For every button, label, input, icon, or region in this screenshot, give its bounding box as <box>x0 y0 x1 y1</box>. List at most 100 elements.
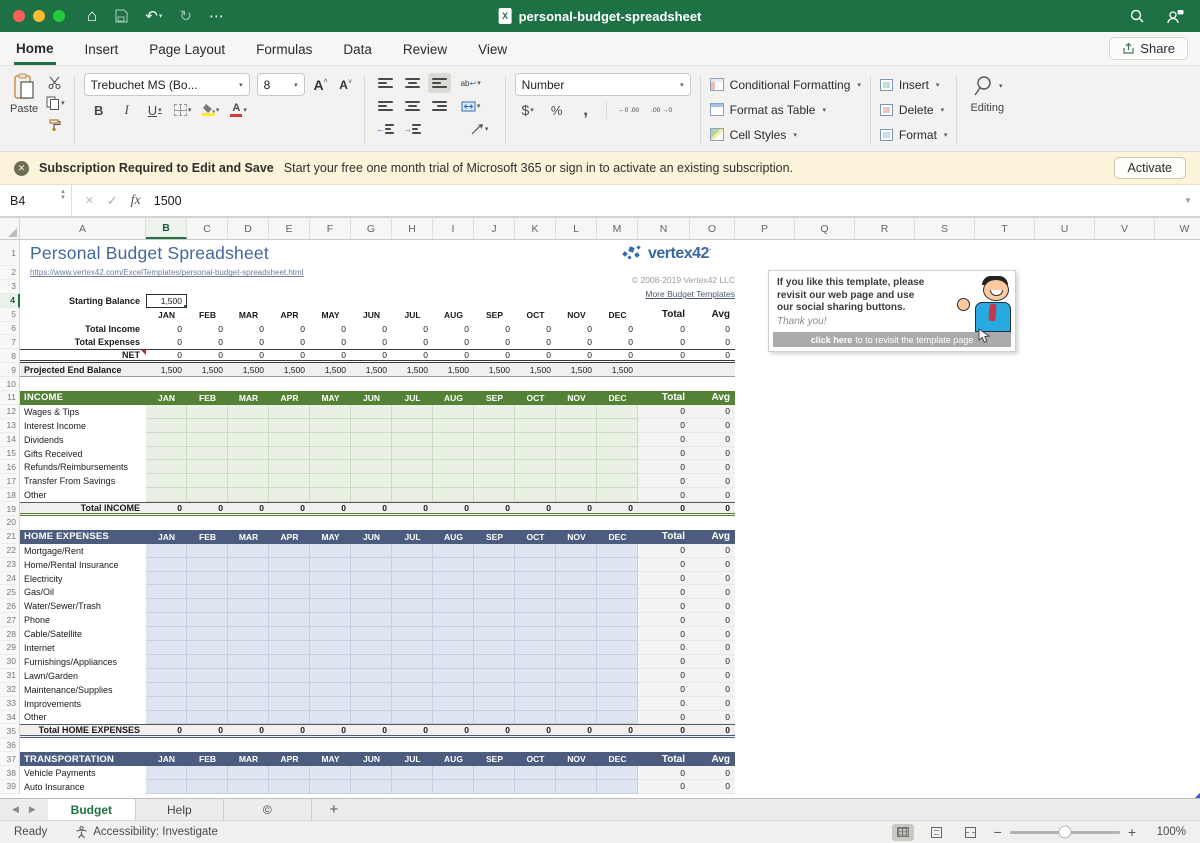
cell[interactable] <box>597 460 638 474</box>
cell[interactable]: 0 <box>690 683 735 697</box>
column-header-S[interactable]: S <box>915 218 975 239</box>
row-label[interactable]: Other <box>20 711 146 725</box>
row-label[interactable]: Total INCOME <box>20 502 146 516</box>
fill-handle[interactable] <box>183 304 187 308</box>
month-header[interactable]: JAN <box>146 752 187 766</box>
cell[interactable] <box>515 544 556 558</box>
cell[interactable] <box>597 780 638 794</box>
cell[interactable] <box>187 711 228 725</box>
cell[interactable] <box>433 613 474 627</box>
month-header[interactable]: JUN <box>351 530 392 544</box>
cell[interactable] <box>474 405 515 419</box>
cell[interactable] <box>187 405 228 419</box>
cell[interactable] <box>433 405 474 419</box>
cell[interactable] <box>556 655 597 669</box>
cell[interactable] <box>556 460 597 474</box>
cell[interactable]: 0 <box>690 697 735 711</box>
row-header-6[interactable]: 6 <box>0 322 20 336</box>
cell[interactable]: 0 <box>433 502 474 516</box>
cell[interactable] <box>269 683 310 697</box>
cell[interactable]: 0 <box>690 655 735 669</box>
cell[interactable] <box>556 641 597 655</box>
row-header-28[interactable]: 28 <box>0 627 20 641</box>
cell[interactable]: 0 <box>228 335 269 349</box>
cell[interactable] <box>638 363 690 377</box>
column-header-Q[interactable]: Q <box>795 218 855 239</box>
cell[interactable] <box>433 585 474 599</box>
prev-sheet-icon[interactable]: ◀ <box>12 804 19 815</box>
cell[interactable] <box>310 613 351 627</box>
cell[interactable] <box>228 599 269 613</box>
cell[interactable] <box>515 447 556 461</box>
cell[interactable]: 0 <box>690 766 735 780</box>
cell[interactable]: 0 <box>638 711 690 725</box>
month-header[interactable]: SEP <box>474 530 515 544</box>
row-header-17[interactable]: 17 <box>0 474 20 488</box>
cell[interactable]: 0 <box>187 335 228 349</box>
row-header-22[interactable]: 22 <box>0 544 20 558</box>
cell[interactable] <box>228 780 269 794</box>
cell[interactable] <box>310 641 351 655</box>
column-header-C[interactable]: C <box>187 218 228 239</box>
cell[interactable] <box>474 669 515 683</box>
cell[interactable]: 0 <box>351 335 392 349</box>
search-icon[interactable] <box>1129 8 1145 24</box>
currency-format-button[interactable]: $▾ <box>519 101 537 119</box>
cell[interactable] <box>310 683 351 697</box>
total-header[interactable]: Total <box>638 752 690 766</box>
cell[interactable] <box>433 572 474 586</box>
cell[interactable] <box>187 544 228 558</box>
cell[interactable] <box>556 669 597 683</box>
cell[interactable]: 0 <box>690 585 735 599</box>
cell[interactable]: 0 <box>433 349 474 363</box>
avg-header[interactable]: Avg <box>690 530 735 544</box>
cell[interactable]: 0 <box>690 641 735 655</box>
month-header[interactable]: MAR <box>228 530 269 544</box>
cell[interactable]: 0 <box>638 335 690 349</box>
cell[interactable] <box>597 669 638 683</box>
increase-indent-button[interactable]: → <box>401 119 424 139</box>
cell[interactable] <box>351 627 392 641</box>
cell[interactable] <box>187 697 228 711</box>
row-header-29[interactable]: 29 <box>0 641 20 655</box>
cell[interactable] <box>392 780 433 794</box>
save-icon[interactable] <box>114 9 128 23</box>
cell[interactable]: 0 <box>269 502 310 516</box>
cell[interactable]: 1,500 <box>269 363 310 377</box>
cell[interactable]: 0 <box>638 655 690 669</box>
cell[interactable]: 0 <box>638 766 690 780</box>
cell[interactable] <box>515 419 556 433</box>
cell[interactable] <box>269 558 310 572</box>
cell[interactable]: 0 <box>690 558 735 572</box>
cell[interactable] <box>556 488 597 502</box>
month-header[interactable]: NOV <box>556 530 597 544</box>
cell[interactable]: 1,500 <box>556 363 597 377</box>
format-as-table-button[interactable]: Format as Table▾ <box>710 98 861 121</box>
month-header[interactable]: DEC <box>597 308 638 322</box>
decrease-indent-button[interactable]: ← <box>374 119 397 139</box>
cell[interactable]: 0 <box>351 349 392 363</box>
cell[interactable] <box>351 669 392 683</box>
row-header-14[interactable]: 14 <box>0 433 20 447</box>
month-header[interactable]: APR <box>269 391 310 405</box>
cell[interactable] <box>310 433 351 447</box>
row-header-33[interactable]: 33 <box>0 697 20 711</box>
cell[interactable]: 0 <box>638 544 690 558</box>
cell[interactable] <box>146 488 187 502</box>
month-header[interactable]: MAR <box>228 308 269 322</box>
cell[interactable]: 0 <box>690 724 735 738</box>
tab-insert[interactable]: Insert <box>83 34 121 63</box>
cell[interactable] <box>228 447 269 461</box>
sheet-tab-help[interactable]: Help <box>136 799 224 820</box>
cell[interactable]: 0 <box>228 349 269 363</box>
cell[interactable]: 0 <box>228 502 269 516</box>
format-painter-button[interactable] <box>46 115 65 133</box>
cell[interactable] <box>228 474 269 488</box>
accessibility-status[interactable]: Accessibility: Investigate <box>75 826 218 839</box>
month-header[interactable]: JUL <box>392 308 433 322</box>
cell[interactable] <box>597 488 638 502</box>
row-label[interactable]: Vehicle Payments <box>20 766 146 780</box>
cell[interactable]: 0 <box>146 724 187 738</box>
cell[interactable] <box>392 447 433 461</box>
row-label[interactable]: Cable/Satellite <box>20 627 146 641</box>
